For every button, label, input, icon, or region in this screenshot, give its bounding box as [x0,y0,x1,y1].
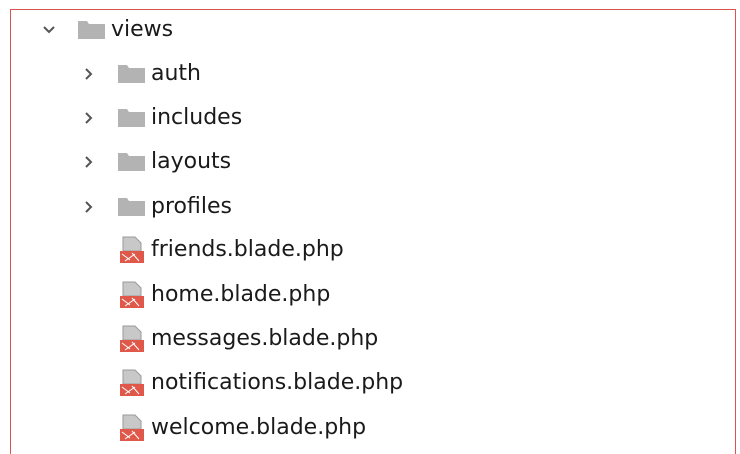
tree-item-notifications-blade[interactable]: notifications.blade.php [117,363,403,403]
tree-item-layouts[interactable]: layouts [79,142,231,182]
folder-icon [77,20,107,40]
tree-item-label: notifications.blade.php [151,370,404,395]
folder-icon [117,64,147,84]
blade-file-icon [117,280,147,310]
tree-item-views[interactable]: views [39,10,173,50]
tree-item-label: profiles [151,194,232,219]
tree-item-messages-blade[interactable]: messages.blade.php [117,319,378,359]
chevron-right-icon[interactable] [79,108,99,128]
blade-file-icon [117,235,147,265]
folder-icon [117,152,147,172]
tree-item-label: auth [151,61,201,86]
tree-item-includes[interactable]: includes [79,98,242,138]
blade-file-icon [117,324,147,354]
tree-item-label: layouts [151,149,232,174]
tree-item-label: includes [151,105,243,130]
tree-item-friends-blade[interactable]: friends.blade.php [117,230,344,270]
tree-item-label: home.blade.php [151,282,331,307]
tree-item-label: friends.blade.php [151,237,344,262]
chevron-down-icon[interactable] [39,20,59,40]
tree-item-label: views [111,17,174,42]
tree-item-label: welcome.blade.php [151,415,367,440]
tree-item-profiles[interactable]: profiles [79,187,232,227]
folder-icon [117,108,147,128]
tree-item-auth[interactable]: auth [79,54,201,94]
tree-item-welcome-blade[interactable]: welcome.blade.php [117,408,366,448]
chevron-right-icon[interactable] [79,152,99,172]
tree-item-home-blade[interactable]: home.blade.php [117,275,330,315]
folder-icon [117,197,147,217]
tree-item-label: messages.blade.php [151,326,379,351]
chevron-right-icon[interactable] [79,197,99,217]
chevron-right-icon[interactable] [79,64,99,84]
blade-file-icon [117,368,147,398]
blade-file-icon [117,413,147,443]
file-tree-panel: views auth includes layouts profiles fri… [10,9,736,454]
